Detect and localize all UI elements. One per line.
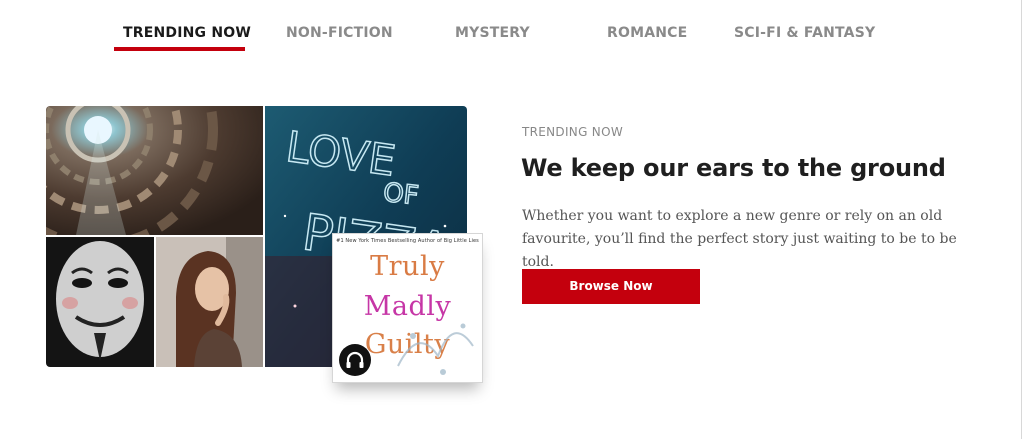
water-splash-graphic [397,323,474,375]
headphones-icon [339,344,371,376]
guy-fawkes-mask-image [46,237,154,367]
tab-sci-fi-fantasy[interactable]: SCI-FI & FANTASY [734,25,875,41]
book-cover[interactable]: #1 New York Times Bestselling Author of … [332,233,483,383]
genre-tabs: TRENDING NOW NON-FICTION MYSTERY ROMANCE… [0,0,1024,60]
hero-description: Whether you want to explore a new genre … [522,208,957,270]
cathedral-dome-image [46,106,263,235]
tab-mystery[interactable]: MYSTERY [455,25,530,41]
woman-portrait-image [156,237,263,367]
tab-trending-now[interactable]: TRENDING NOW [123,25,251,41]
active-tab-underline [114,47,245,51]
page-title: We keep our ears to the ground [521,154,946,182]
tab-romance[interactable]: ROMANCE [607,25,687,41]
section-eyebrow: TRENDING NOW [522,125,623,139]
browse-now-button[interactable]: Browse Now [522,269,700,304]
neon-of-text: OF [382,178,420,212]
tab-non-fiction[interactable]: NON-FICTION [286,25,393,41]
page-edge-divider [1021,0,1022,439]
book-tagline: #1 New York Times Bestselling Author of … [336,238,479,244]
book-title-word-1: Truly [370,251,445,282]
